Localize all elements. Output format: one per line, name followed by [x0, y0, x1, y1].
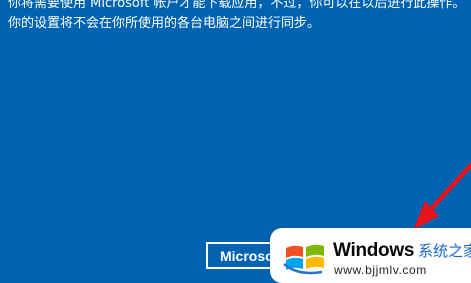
microsoft-account-button[interactable]: Microsoft 帐户 [206, 242, 280, 269]
site-watermark: Windows 系统之家 www.bjjmlv.com [270, 228, 471, 283]
windows-logo-icon [283, 244, 324, 275]
watermark-brand-windows: Windows [333, 240, 415, 261]
watermark-brand: Windows 系统之家 [333, 240, 471, 262]
watermark-brand-cn: 系统之家 [418, 242, 471, 260]
info-message-line-2: 你的设置将不会在你所使用的各台电脑之间进行同步。 [8, 16, 321, 31]
info-message: 你将需要使用 Microsoft 帐户才能下载应用，不过，你可以在以后进行此操作… [8, 0, 463, 34]
watermark-url: www.bjjmlv.com [334, 263, 427, 277]
info-message-line-1: 你将需要使用 Microsoft 帐户才能下载应用，不过，你可以在以后进行此操作… [8, 0, 463, 11]
